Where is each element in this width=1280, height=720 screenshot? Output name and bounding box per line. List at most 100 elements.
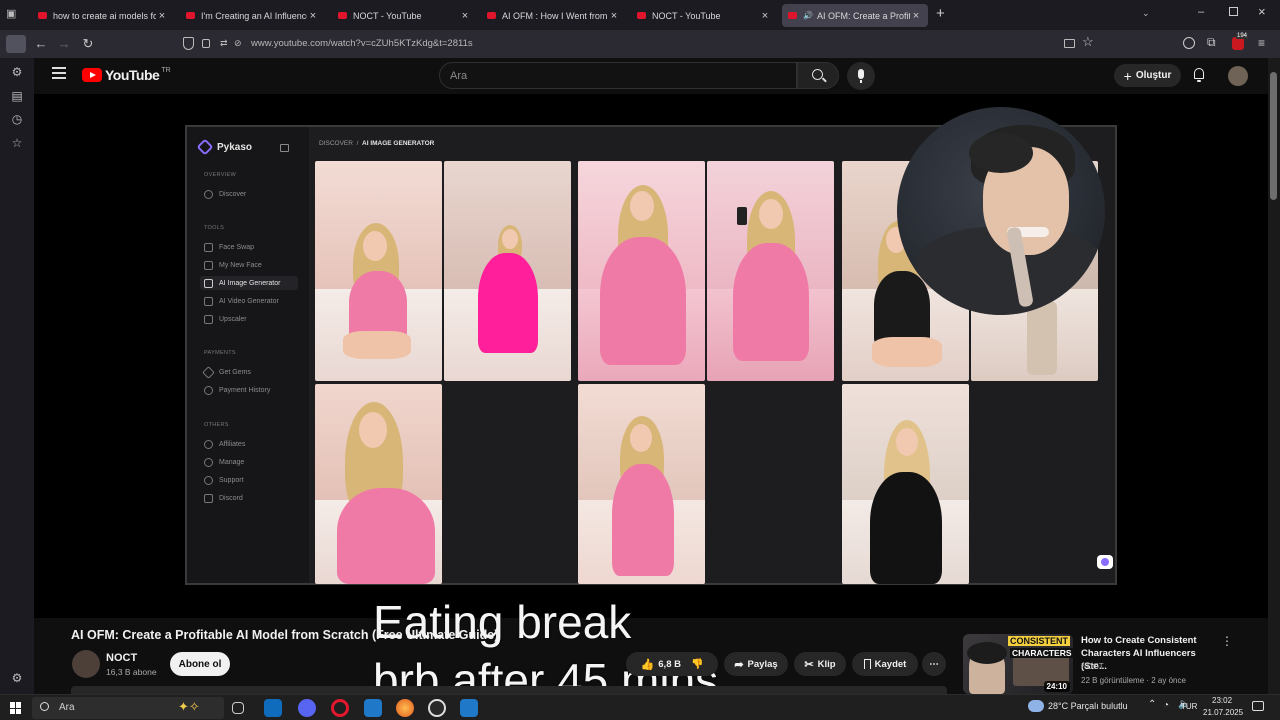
- close-tab-icon[interactable]: ×: [608, 10, 620, 22]
- customize-gear-icon[interactable]: ⚙: [9, 670, 25, 686]
- gallery-image: [315, 384, 442, 584]
- minimize-window-icon[interactable]: –: [1198, 6, 1204, 18]
- description-box[interactable]: [71, 686, 947, 694]
- shield-icon[interactable]: [183, 37, 194, 50]
- ai-chatbot-icon[interactable]: ⚙: [9, 64, 25, 80]
- firefox-icon[interactable]: [396, 699, 414, 717]
- discord-icon[interactable]: [298, 699, 316, 717]
- browser-tab-active[interactable]: 🔊 AI OFM: Create a Profitable ×: [782, 4, 928, 27]
- support-icon: [204, 475, 213, 485]
- video-duration: 24:10: [1043, 681, 1070, 692]
- taskbar-search-label: Ara: [59, 702, 75, 713]
- restore-window-icon[interactable]: [1229, 7, 1238, 16]
- weather-text[interactable]: 28°C Parçalı bulutlu: [1048, 701, 1128, 711]
- history-clock-icon[interactable]: ◷: [9, 111, 25, 127]
- tab-overflow-chevron-icon[interactable]: ⌄: [1142, 8, 1150, 19]
- recommended-channel[interactable]: NOCT: [1081, 662, 1104, 671]
- network-icon[interactable]: ◔: [1163, 700, 1169, 711]
- close-window-icon[interactable]: ×: [1258, 4, 1266, 19]
- search-input[interactable]: [450, 70, 770, 82]
- synced-tabs-icon[interactable]: ▤: [9, 88, 25, 104]
- compass-icon: [204, 189, 213, 199]
- obs-icon[interactable]: [428, 699, 446, 717]
- create-button[interactable]: + Oluştur: [1114, 64, 1181, 87]
- pykaso-item-affiliates: Affiliates: [204, 437, 302, 451]
- tray-chevron-icon[interactable]: ⌃: [1148, 699, 1156, 710]
- notification-center-icon[interactable]: [1252, 701, 1264, 711]
- url-field[interactable]: www.youtube.com/watch?v=cZUh5KTzKdg&t=28…: [251, 38, 473, 49]
- extension-badge-count: 194: [1236, 33, 1249, 39]
- tab-list-icon[interactable]: ▣: [6, 7, 20, 21]
- clip-button[interactable]: ✂ Klip: [794, 652, 846, 676]
- search-button[interactable]: [797, 62, 839, 89]
- back-arrow-icon[interactable]: ←: [31, 34, 51, 54]
- app-window-icon[interactable]: [460, 699, 478, 717]
- plus-icon: +: [1123, 67, 1132, 84]
- close-tab-icon[interactable]: ×: [910, 10, 922, 22]
- browser-tab[interactable]: I'm Creating an AI Influencer Fr ×: [180, 4, 325, 27]
- bookmark-star-icon[interactable]: ☆: [1082, 34, 1094, 50]
- task-view-icon[interactable]: [232, 702, 244, 714]
- autoplay-blocked-icon[interactable]: ⊘: [234, 38, 242, 49]
- opera-icon[interactable]: [331, 699, 349, 717]
- like-button[interactable]: 👍 6,8 B 👎: [626, 652, 718, 676]
- clock-time[interactable]: 23:02: [1212, 696, 1232, 705]
- youtube-wordmark: YouTube: [105, 67, 160, 83]
- clock-date[interactable]: 21.07.2025: [1203, 708, 1243, 717]
- channel-avatar[interactable]: [72, 650, 100, 678]
- extensions-puzzle-icon[interactable]: ⧉: [1207, 35, 1216, 50]
- close-tab-icon[interactable]: ×: [156, 10, 168, 22]
- search-box: [439, 62, 797, 89]
- channel-name[interactable]: NOCT: [106, 652, 137, 664]
- section-title: OVERVIEW: [204, 172, 236, 178]
- guide-menu-icon[interactable]: [52, 67, 66, 79]
- forward-arrow-icon[interactable]: →: [54, 34, 74, 54]
- youtube-play-logo-icon: [82, 68, 102, 82]
- input-language[interactable]: TUR: [1181, 702, 1197, 711]
- browser-tab[interactable]: NOCT - YouTube ×: [631, 4, 777, 27]
- video-camera-icon: [204, 296, 213, 306]
- pykaso-item-face-swap: Face Swap: [204, 240, 302, 254]
- pykaso-item-discover: Discover: [204, 187, 302, 201]
- breadcrumb-current: AI IMAGE GENERATOR: [362, 140, 435, 147]
- pykaso-brand: Pykaso: [217, 141, 253, 153]
- weather-icon[interactable]: [1028, 700, 1044, 712]
- save-button[interactable]: Kaydet: [852, 652, 918, 676]
- account-icon[interactable]: [1183, 37, 1195, 49]
- more-actions-button[interactable]: ⋯: [922, 652, 946, 676]
- recommended-video-thumbnail[interactable]: CONSISTENT CHARACTERS 24:10: [963, 634, 1073, 694]
- reload-icon[interactable]: ↻: [78, 34, 98, 54]
- scrollbar-thumb[interactable]: [1270, 72, 1277, 200]
- outlook-icon[interactable]: [264, 699, 282, 717]
- pykaso-item-discord: Discord: [204, 491, 302, 505]
- browser-tab[interactable]: AI OFM : How I Went from 0$ tc ×: [481, 4, 626, 27]
- share-button[interactable]: ➦ Paylaş: [724, 652, 788, 676]
- windows-start-icon[interactable]: [10, 702, 22, 714]
- browser-tab[interactable]: how to create ai models for onl ×: [32, 4, 174, 27]
- user-avatar[interactable]: [1228, 66, 1248, 86]
- voice-search-button[interactable]: [847, 62, 875, 90]
- picture-in-picture-icon[interactable]: [1064, 39, 1075, 48]
- tab-title: how to create ai models for onl: [53, 10, 156, 21]
- youtube-favicon-icon: [186, 12, 195, 19]
- close-tab-icon[interactable]: ×: [459, 10, 471, 22]
- recommended-more-icon[interactable]: ⋮: [1221, 634, 1233, 648]
- menu-hamburger-icon[interactable]: ≡: [1258, 36, 1265, 50]
- subscribe-button[interactable]: Abone ol: [170, 652, 230, 676]
- close-tab-icon[interactable]: ×: [759, 10, 771, 22]
- sidebar-toggle-icon[interactable]: [6, 35, 26, 53]
- notifications-bell-icon[interactable]: [1190, 66, 1208, 84]
- browser-tab[interactable]: NOCT - YouTube ×: [332, 4, 477, 27]
- taskbar-search[interactable]: Ara ✦✧: [32, 697, 224, 719]
- thumbs-down-icon[interactable]: 👎: [691, 659, 703, 670]
- permissions-icon[interactable]: ⇄: [220, 38, 228, 49]
- app-window-icon[interactable]: [364, 699, 382, 717]
- search-highlight-icon: ✦✧: [178, 699, 200, 714]
- pykaso-item-get-gems: Get Gems: [202, 365, 302, 379]
- speaker-icon[interactable]: 🔊: [803, 11, 813, 20]
- close-tab-icon[interactable]: ×: [307, 10, 319, 22]
- youtube-logo[interactable]: YouTube TR: [82, 67, 171, 83]
- new-tab-button[interactable]: +: [936, 6, 950, 22]
- bookmarks-star-icon[interactable]: ☆: [9, 135, 25, 151]
- lock-icon[interactable]: [202, 39, 210, 48]
